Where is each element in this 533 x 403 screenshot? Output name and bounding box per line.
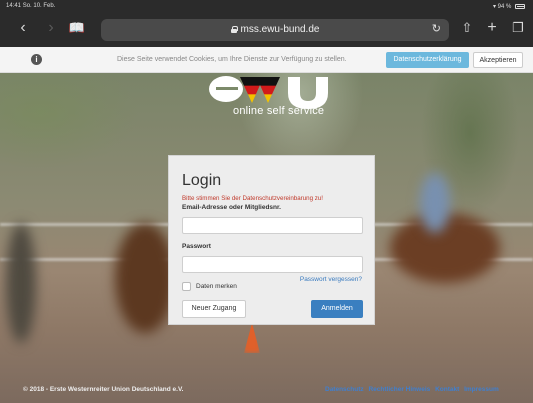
background-horse xyxy=(115,223,175,333)
logo-subtitle: online self service xyxy=(233,105,325,117)
info-icon: i xyxy=(31,54,42,65)
footer-link-datenschutz[interactable]: Datenschutz xyxy=(325,386,364,393)
forgot-password-link[interactable]: Passwort vergessen? xyxy=(300,276,362,283)
traffic-cone xyxy=(244,323,260,353)
background-rider xyxy=(420,173,450,233)
tabs-icon[interactable]: ❐ xyxy=(507,17,529,39)
password-label: Passwort xyxy=(182,243,211,250)
footer-links: Datenschutz Rechtlicher Hinweis Kontakt … xyxy=(325,386,502,393)
share-icon[interactable]: ⇧ xyxy=(456,17,478,39)
status-bar: 14:41 So. 10. Feb. ▾ 94 % xyxy=(0,0,533,14)
cookie-banner: i Diese Seite verwendet Cookies, um Ihre… xyxy=(0,47,533,73)
footer: © 2018 - Erste Westernreiter Union Deuts… xyxy=(0,380,533,403)
page-background: online self service Login Bitte stimmen … xyxy=(0,73,533,403)
lock-icon xyxy=(230,26,238,33)
password-field[interactable] xyxy=(182,256,363,273)
privacy-warning: Bitte stimmen Sie der Datenschutzvereinb… xyxy=(182,195,324,202)
login-title: Login xyxy=(182,172,222,189)
footer-link-rechtlicher-hinweis[interactable]: Rechtlicher Hinweis xyxy=(368,386,430,393)
login-button[interactable]: Anmelden xyxy=(311,300,363,318)
privacy-policy-button[interactable]: Datenschutzerklärung xyxy=(386,52,469,68)
address-bar[interactable]: mss.ewu-bund.de ↻ xyxy=(101,19,449,41)
forward-chevron-icon[interactable]: › xyxy=(40,17,62,39)
bookmarks-icon[interactable]: 📖 xyxy=(66,17,88,39)
remember-label: Daten merken xyxy=(196,283,237,290)
email-label: Email-Adresse oder Mitgliedsnr. xyxy=(182,204,281,211)
wifi-icon: ▾ xyxy=(492,4,496,10)
battery-icon xyxy=(515,3,525,9)
status-date: So. 10. Feb. xyxy=(22,3,56,9)
cookie-text: Diese Seite verwendet Cookies, um Ihre D… xyxy=(117,56,347,63)
new-account-button[interactable]: Neuer Zugang xyxy=(182,300,246,318)
accept-cookies-button[interactable]: Akzeptieren xyxy=(473,52,523,68)
remember-checkbox[interactable] xyxy=(182,282,191,291)
copyright-text: © 2018 - Erste Westernreiter Union Deuts… xyxy=(23,386,184,393)
plus-icon[interactable]: + xyxy=(481,17,503,39)
battery-level: 94 % xyxy=(497,4,512,10)
back-chevron-icon[interactable]: ‹ xyxy=(12,17,34,39)
url-text: mss.ewu-bund.de xyxy=(240,24,320,35)
status-time: 14:41 xyxy=(6,3,22,9)
footer-link-impressum[interactable]: Impressum xyxy=(464,386,499,393)
reload-icon[interactable]: ↻ xyxy=(432,22,441,35)
email-field[interactable] xyxy=(182,217,363,234)
browser-chrome: 14:41 So. 10. Feb. ▾ 94 % ‹ › 📖 mss.ewu-… xyxy=(0,0,533,47)
footer-link-kontakt[interactable]: Kontakt xyxy=(435,386,459,393)
background-person xyxy=(6,223,36,343)
login-card: Login Bitte stimmen Sie der Datenschutzv… xyxy=(168,155,375,325)
